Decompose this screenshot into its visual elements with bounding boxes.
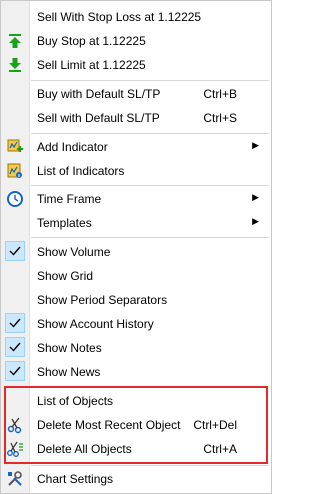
menu-item-sell-default[interactable]: Sell with Default SL/TP Ctrl+S bbox=[1, 106, 271, 130]
menu-item-label: Show News bbox=[37, 365, 101, 379]
green-down-arrow-icon bbox=[6, 56, 24, 74]
menu-item-show-grid[interactable]: Show Grid bbox=[1, 264, 271, 288]
menu-item-sell-limit[interactable]: Sell Limit at 1.12225 bbox=[1, 53, 271, 77]
menu-item-label: Sell Limit at 1.12225 bbox=[37, 58, 146, 72]
checkmark-icon bbox=[5, 313, 25, 333]
menu-item-label: Sell with Default SL/TP bbox=[37, 111, 160, 125]
settings-tools-icon bbox=[6, 470, 24, 488]
menu-item-label: Show Notes bbox=[37, 341, 102, 355]
menu-separator bbox=[31, 80, 269, 81]
menu-item-show-news[interactable]: Show News bbox=[1, 360, 271, 384]
menu-item-label: Show Volume bbox=[37, 245, 111, 259]
menu-item-shortcut: Ctrl+S bbox=[203, 111, 237, 125]
menu-item-label: Buy with Default SL/TP bbox=[37, 87, 161, 101]
menu-item-templates[interactable]: Templates ▶ bbox=[1, 211, 271, 235]
submenu-arrow-icon: ▶ bbox=[252, 192, 259, 202]
menu-item-sell-stop-loss[interactable]: Sell With Stop Loss at 1.12225 bbox=[1, 5, 271, 29]
menu-item-show-account-history[interactable]: Show Account History bbox=[1, 312, 271, 336]
menu-separator bbox=[31, 133, 269, 134]
menu-separator bbox=[31, 465, 269, 466]
menu-item-label: Sell With Stop Loss at 1.12225 bbox=[37, 10, 202, 24]
menu-item-show-notes[interactable]: Show Notes bbox=[1, 336, 271, 360]
menu-item-label: Templates bbox=[37, 216, 92, 230]
submenu-arrow-icon: ▶ bbox=[252, 216, 259, 226]
checkmark-icon bbox=[5, 361, 25, 381]
menu-item-label: Buy Stop at 1.12225 bbox=[37, 34, 146, 48]
menu-item-label: List of Indicators bbox=[37, 164, 125, 178]
menu-item-buy-default[interactable]: Buy with Default SL/TP Ctrl+B bbox=[1, 82, 271, 106]
submenu-arrow-icon: ▶ bbox=[252, 140, 259, 150]
menu-item-add-indicator[interactable]: Add Indicator ▶ bbox=[1, 135, 271, 159]
context-menu: Sell With Stop Loss at 1.12225 Buy Stop … bbox=[0, 0, 272, 494]
menu-item-chart-settings[interactable]: Chart Settings bbox=[1, 467, 271, 491]
menu-item-label: Show Period Separators bbox=[37, 293, 168, 307]
menu-item-buy-stop[interactable]: Buy Stop at 1.12225 bbox=[1, 29, 271, 53]
menu-item-shortcut: Ctrl+B bbox=[203, 87, 237, 101]
checkmark-icon bbox=[5, 337, 25, 357]
menu-item-label: Add Indicator bbox=[37, 140, 108, 154]
menu-item-show-volume[interactable]: Show Volume bbox=[1, 240, 271, 264]
add-indicator-icon bbox=[6, 138, 24, 156]
menu-item-show-period-separators[interactable]: Show Period Separators bbox=[1, 288, 271, 312]
clock-icon bbox=[6, 190, 24, 208]
menu-item-label: Show Grid bbox=[37, 269, 94, 283]
menu-item-list-of-indicators[interactable]: List of Indicators bbox=[1, 159, 271, 183]
green-up-arrow-icon bbox=[6, 32, 24, 50]
menu-item-label: Chart Settings bbox=[37, 472, 114, 486]
menu-item-time-frame[interactable]: Time Frame ▶ bbox=[1, 187, 271, 211]
checkmark-icon bbox=[5, 241, 25, 261]
menu-separator bbox=[31, 185, 269, 186]
menu-separator bbox=[31, 237, 269, 238]
menu-item-label: Time Frame bbox=[37, 192, 102, 206]
menu-item-label: Show Account History bbox=[37, 317, 154, 331]
highlight-box bbox=[4, 386, 268, 464]
list-of-indicators-icon bbox=[6, 162, 24, 180]
